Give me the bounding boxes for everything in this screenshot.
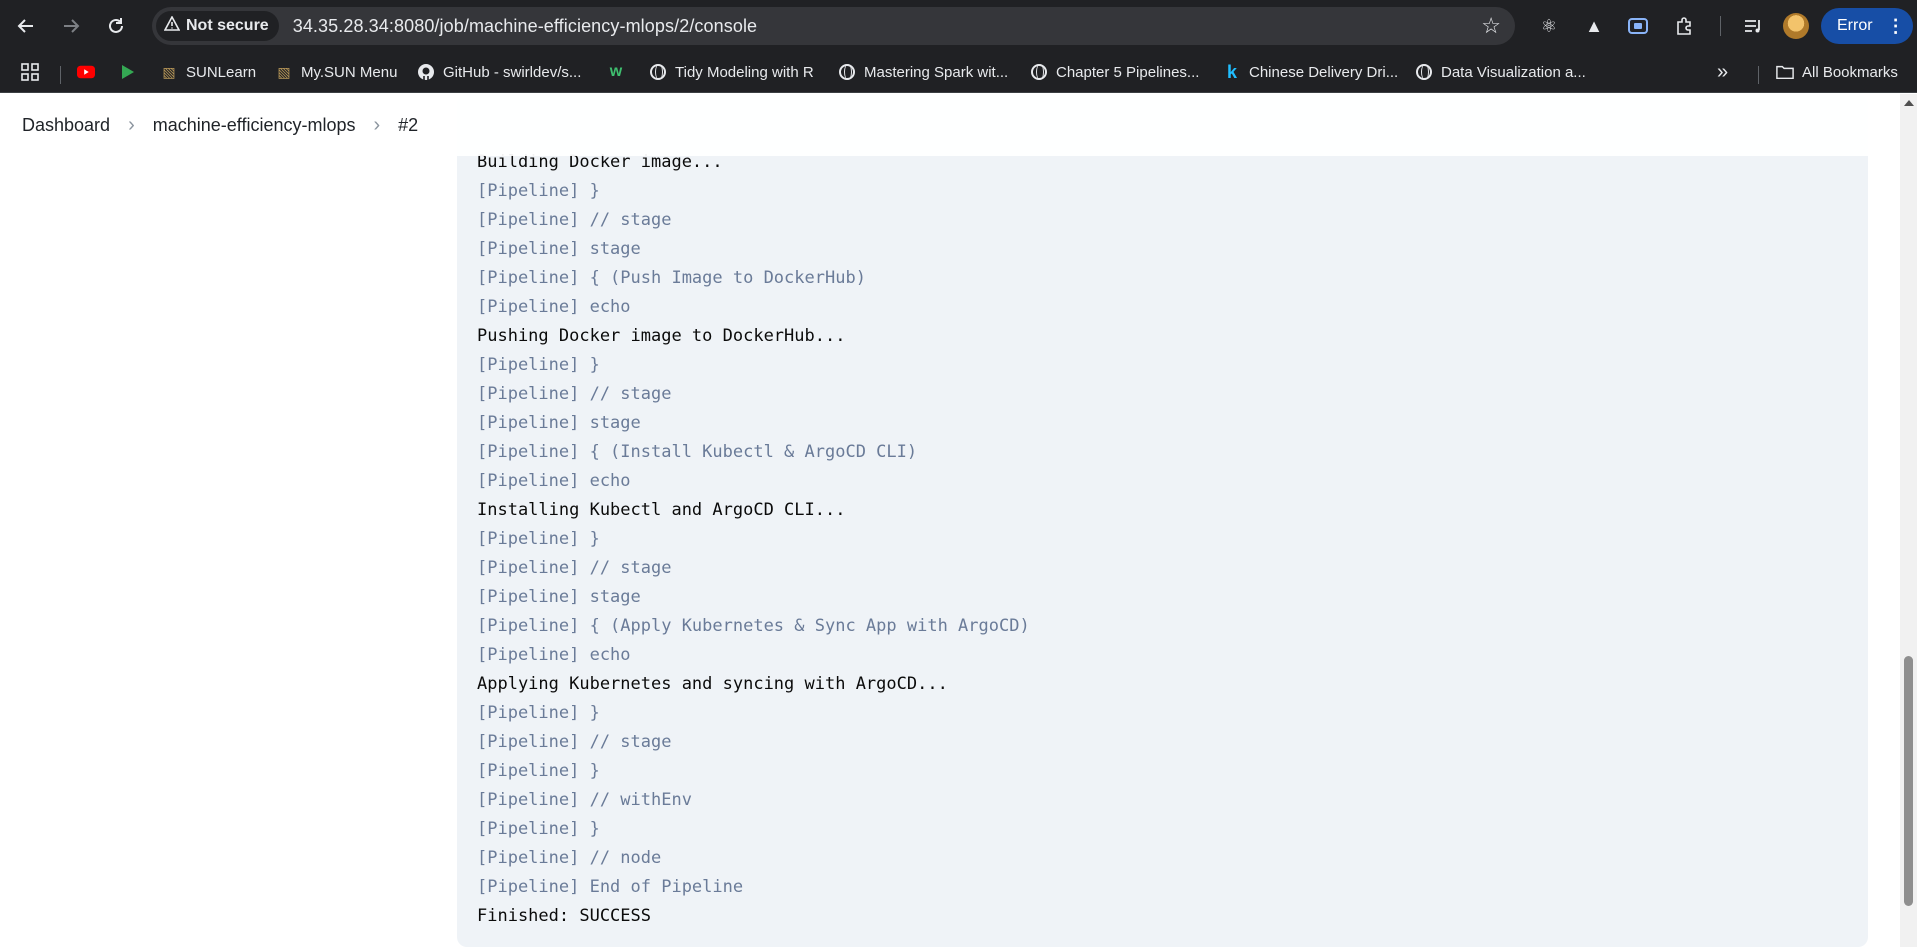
bookmark-label: Mastering Spark wit...	[864, 63, 1009, 81]
jenkins-page: Building Docker image... [Pipeline] } [Pip…	[0, 94, 1900, 947]
kebab-menu-icon[interactable]: ⋮	[1887, 16, 1905, 37]
chevron-right-icon: ›	[128, 113, 135, 136]
sunlearn-icon: ▧	[277, 63, 291, 80]
bookmark-play[interactable]	[119, 60, 145, 84]
kaggle-icon: k	[1226, 61, 1237, 82]
console-line-pipeline: [Pipeline] echo	[477, 471, 631, 491]
breadcrumb-build[interactable]: #2	[398, 115, 418, 136]
bookmark-my-sun-menu[interactable]: ▧ My.SUN Menu	[275, 60, 397, 84]
toolbar-divider	[1720, 16, 1721, 36]
profile-error-label: Error	[1837, 17, 1873, 34]
bookmark-sunlearn[interactable]: ▧ SUNLearn	[160, 60, 256, 84]
bookmarks-divider	[1758, 66, 1759, 84]
breadcrumb-job[interactable]: machine-efficiency-mlops	[153, 115, 356, 136]
console-line-pipeline: [Pipeline] }	[477, 529, 600, 549]
console-line-pipeline: [Pipeline] }	[477, 703, 600, 723]
console-output: Building Docker image... [Pipeline] } [Pip…	[477, 148, 1030, 931]
console-line-pipeline: [Pipeline] // stage	[477, 732, 672, 752]
security-chip[interactable]: Not secure	[156, 11, 279, 41]
scrollbar-thumb[interactable]	[1904, 656, 1913, 906]
bookmarks-divider	[60, 66, 61, 84]
breadcrumb-dashboard[interactable]: Dashboard	[22, 115, 110, 136]
console-line-pipeline: [Pipeline] // withEnv	[477, 790, 692, 810]
console-line-pipeline: [Pipeline] End of Pipeline	[477, 877, 744, 897]
bookmark-github[interactable]: GitHub - swirldev/s...	[417, 60, 581, 84]
console-line-pipeline: [Pipeline] }	[477, 181, 600, 201]
console-line-pipeline: [Pipeline] // node	[477, 848, 662, 868]
console-line-pipeline: [Pipeline] stage	[477, 587, 641, 607]
sunlearn-icon: ▧	[162, 63, 176, 80]
console-line-pipeline: [Pipeline] // stage	[477, 210, 672, 230]
console-line-pipeline: [Pipeline] { (Apply Kubernetes & Sync Ap…	[477, 616, 1030, 636]
globe-icon	[649, 63, 667, 81]
globe-icon	[1030, 63, 1048, 81]
console-line-pipeline: [Pipeline] // stage	[477, 384, 672, 404]
profile-error-button[interactable]: Error ⋮	[1821, 8, 1913, 44]
globe-icon	[1415, 63, 1433, 81]
bookmark-label: Chapter 5 Pipelines...	[1056, 63, 1200, 81]
bookmark-label: Data Visualization a...	[1441, 63, 1586, 81]
console-line-output: Pushing Docker image to DockerHub...	[477, 326, 846, 346]
more-bookmarks-button[interactable]: »	[1717, 60, 1728, 84]
bookmark-chinese-delivery[interactable]: k Chinese Delivery Dri...	[1223, 60, 1398, 84]
react-devtools-icon[interactable]: ⚛	[1535, 12, 1563, 40]
page-scrollbar[interactable]	[1900, 94, 1917, 947]
console-line-pipeline: [Pipeline] echo	[477, 297, 631, 317]
console-line-pipeline: [Pipeline] }	[477, 355, 600, 375]
url-text[interactable]: 34.35.28.34:8080/job/machine-efficiency-…	[293, 16, 757, 37]
warning-icon	[163, 15, 181, 36]
play-icon	[119, 63, 137, 81]
w-icon: w	[609, 63, 623, 80]
all-bookmarks-button[interactable]: All Bookmarks	[1776, 60, 1898, 84]
profile-avatar[interactable]	[1783, 13, 1809, 39]
console-line-output: Finished: SUCCESS	[477, 906, 651, 926]
console-line-pipeline: [Pipeline] // stage	[477, 558, 672, 578]
angular-icon[interactable]: ▲	[1580, 12, 1608, 40]
back-arrow-icon[interactable]	[10, 10, 42, 42]
screen-capture-icon[interactable]	[1624, 12, 1652, 40]
breadcrumb: Dashboard › machine-efficiency-mlops › #…	[0, 94, 1900, 156]
browser-toolbar: Not secure 34.35.28.34:8080/job/machine-…	[0, 0, 1917, 51]
bookmarks-bar: ▧ SUNLearn ▧ My.SUN Menu GitHub - swirld…	[0, 51, 1917, 93]
reading-list-icon[interactable]	[1739, 12, 1767, 40]
address-bar[interactable]: Not secure 34.35.28.34:8080/job/machine-…	[152, 7, 1515, 45]
console-line-pipeline: [Pipeline] { (Push Image to DockerHub)	[477, 268, 866, 288]
forward-arrow-icon[interactable]	[55, 10, 87, 42]
star-icon[interactable]: ☆	[1481, 13, 1501, 39]
extensions-icon[interactable]	[1670, 12, 1698, 40]
security-label: Not secure	[186, 17, 269, 34]
scroll-up-arrow-icon[interactable]	[1904, 100, 1914, 106]
bookmark-label: SUNLearn	[186, 63, 257, 81]
all-bookmarks-label: All Bookmarks	[1802, 63, 1898, 81]
github-icon	[417, 63, 435, 81]
reload-icon[interactable]	[100, 10, 132, 42]
console-line-pipeline: [Pipeline] }	[477, 761, 600, 781]
bookmark-label: My.SUN Menu	[301, 63, 398, 81]
bookmark-data-visualization[interactable]: Data Visualization a...	[1415, 60, 1586, 84]
chevron-right-icon: ›	[373, 113, 381, 136]
bookmark-mastering-spark[interactable]: Mastering Spark wit...	[838, 60, 1008, 84]
console-line-output: Applying Kubernetes and syncing with Arg…	[477, 674, 948, 694]
globe-icon	[838, 63, 856, 81]
console-line-pipeline: [Pipeline] { (Install Kubectl & ArgoCD C…	[477, 442, 918, 462]
console-line-pipeline: [Pipeline] }	[477, 819, 600, 839]
more-bookmarks-label: »	[1717, 60, 1729, 83]
bookmark-tidy-modeling[interactable]: Tidy Modeling with R	[649, 60, 814, 84]
bookmark-label: GitHub - swirldev/s...	[443, 63, 582, 81]
console-line-pipeline: [Pipeline] stage	[477, 413, 641, 433]
youtube-icon	[77, 63, 95, 81]
bookmark-label: Chinese Delivery Dri...	[1249, 63, 1399, 81]
console-line-pipeline: [Pipeline] stage	[477, 239, 641, 259]
console-output-panel: Building Docker image... [Pipeline] } [Pip…	[457, 94, 1868, 947]
console-line-pipeline: [Pipeline] echo	[477, 645, 631, 665]
bookmark-w[interactable]: w	[607, 60, 633, 84]
bookmark-chapter-5[interactable]: Chapter 5 Pipelines...	[1030, 60, 1199, 84]
bookmark-youtube[interactable]	[77, 60, 103, 84]
bookmark-label: Tidy Modeling with R	[675, 63, 814, 81]
folder-icon	[1776, 63, 1794, 81]
console-line-output: Installing Kubectl and ArgoCD CLI...	[477, 500, 846, 520]
apps-grid-icon[interactable]	[20, 60, 40, 84]
